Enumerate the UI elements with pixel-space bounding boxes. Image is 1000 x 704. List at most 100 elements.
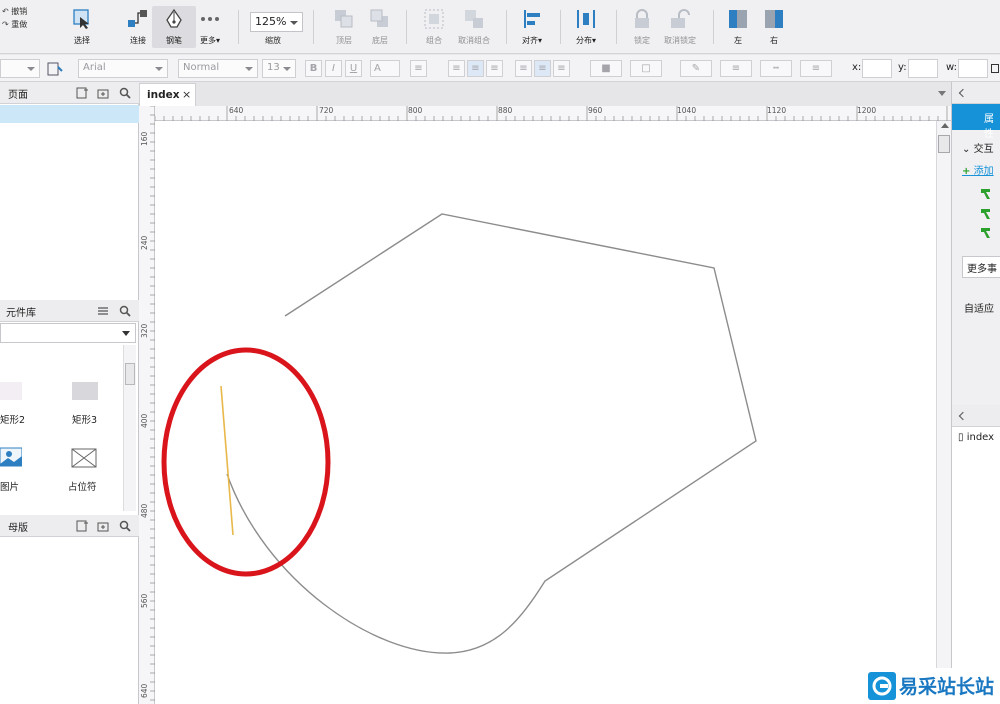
undo-button[interactable]: ↶ 撤销 xyxy=(2,6,27,17)
scroll-up-icon[interactable] xyxy=(941,123,949,128)
shadow-button[interactable]: □ xyxy=(630,60,662,77)
tab-overflow-icon[interactable] xyxy=(938,91,946,96)
undo-icon: ↶ xyxy=(2,7,9,16)
valign-top-button[interactable]: ≡ xyxy=(515,60,532,77)
zoom-dropdown-icon xyxy=(290,21,298,25)
scroll-thumb[interactable] xyxy=(938,135,950,153)
line-width-button[interactable]: ≡ xyxy=(720,60,752,77)
distribute-button[interactable]: 分布▾ xyxy=(564,6,608,48)
add-folder-icon[interactable] xyxy=(97,520,109,532)
align-text-center-button[interactable]: ≡ xyxy=(467,60,484,77)
w-input[interactable] xyxy=(958,59,988,78)
select-button[interactable]: 选择 xyxy=(60,6,104,48)
ruler-label: 720 xyxy=(319,106,334,115)
add-page-icon[interactable] xyxy=(76,87,88,99)
bottom-layer-icon xyxy=(369,8,391,30)
line-pattern-button[interactable]: ┅ xyxy=(760,60,792,77)
add-master-icon[interactable] xyxy=(76,520,88,532)
close-icon[interactable]: × xyxy=(182,88,191,101)
underline-button[interactable]: U xyxy=(345,60,362,77)
selected-page-row[interactable] xyxy=(0,105,139,123)
unlock-button[interactable]: 取消锁定 xyxy=(658,6,702,48)
menu-icon[interactable] xyxy=(97,305,109,317)
ruler-label: 400 xyxy=(140,413,149,428)
pen-drawn-shape[interactable] xyxy=(226,213,757,654)
image-widget-icon[interactable] xyxy=(0,446,23,468)
toolbar-divider xyxy=(713,10,714,44)
pen-handle-line[interactable] xyxy=(220,385,234,536)
library-scrollbar[interactable] xyxy=(123,345,136,511)
ungroup-label: 取消组合 xyxy=(458,36,490,45)
search-icon[interactable] xyxy=(119,87,131,99)
lock-ratio-icon[interactable] xyxy=(991,64,999,73)
align-left-icon: ≡ xyxy=(452,63,461,74)
align-text-right-button[interactable]: ≡ xyxy=(486,60,503,77)
y-input[interactable] xyxy=(908,59,938,78)
main-toolbar: ↶ 撤销 ↷ 重做 选择 连接 钢笔 更多▾ 125% 缩放 顶层 底层 组合 … xyxy=(0,0,1000,54)
align-text-left-button[interactable]: ≡ xyxy=(448,60,465,77)
event-icon[interactable] xyxy=(980,227,992,239)
collapse-icon[interactable] xyxy=(958,411,968,421)
event-icon[interactable] xyxy=(980,208,992,220)
line-color-button[interactable]: ✎ xyxy=(680,60,712,77)
bullet-list-button[interactable]: ≡ xyxy=(410,60,427,77)
italic-button[interactable]: I xyxy=(325,60,342,77)
zoom-select[interactable]: 125% xyxy=(250,12,303,32)
pages-panel-header: 页面 xyxy=(0,82,139,104)
add-folder-icon[interactable] xyxy=(97,87,109,99)
placeholder-widget-icon[interactable] xyxy=(71,448,97,468)
right-panel-icon xyxy=(763,8,785,30)
align-label: 对齐 xyxy=(521,36,538,45)
send-to-bottom-button[interactable]: 底层 xyxy=(358,6,402,48)
valign-middle-icon: ≡ xyxy=(538,63,547,74)
bold-button[interactable]: B xyxy=(305,60,322,77)
collapse-icon[interactable] xyxy=(958,88,968,98)
ungroup-icon xyxy=(463,8,485,30)
arrow-style-button[interactable]: ≡ xyxy=(800,60,832,77)
page-icon: ▯ xyxy=(958,432,964,443)
more-events-select[interactable]: 更多事 xyxy=(962,256,1000,278)
library-select[interactable] xyxy=(0,323,136,343)
more-tools-button[interactable]: 更多▾ xyxy=(188,6,232,48)
interactions-section[interactable]: ⌄ 交互 xyxy=(962,140,994,155)
align-right-button[interactable]: 右 xyxy=(752,6,796,48)
x-input[interactable] xyxy=(862,59,892,78)
search-icon[interactable] xyxy=(119,520,131,532)
more-dots-icon xyxy=(199,8,221,30)
font-family-select[interactable]: Arial xyxy=(78,59,168,78)
document-tab-bar xyxy=(139,82,951,106)
widget-rect2-thumb[interactable] xyxy=(0,382,22,400)
toolbar-divider xyxy=(616,10,617,44)
outline-item[interactable]: ▯ index xyxy=(958,432,994,443)
font-family-value: Arial xyxy=(83,62,106,73)
line-color-icon: ✎ xyxy=(691,63,701,74)
fill-color-button[interactable]: ■ xyxy=(590,60,622,77)
tab-label: index xyxy=(147,89,180,101)
redo-button[interactable]: ↷ 重做 xyxy=(2,19,27,30)
group-button[interactable]: 组合 xyxy=(412,6,456,48)
canvas-scrollbar[interactable] xyxy=(936,121,951,704)
watermark-logo xyxy=(868,672,896,700)
valign-bottom-button[interactable]: ≡ xyxy=(553,60,570,77)
font-style-select[interactable]: Normal xyxy=(178,59,258,78)
scroll-thumb[interactable] xyxy=(125,363,135,385)
design-canvas[interactable] xyxy=(155,121,936,704)
align-button[interactable]: 对齐▾ xyxy=(510,6,554,48)
format-toolbar: Arial Normal 13 B I U A ≡ ≡ ≡ ≡ ≡ ≡ ≡ ■ … xyxy=(0,55,1000,82)
site-watermark: 易采站长站 xyxy=(866,668,1000,704)
text-color-button[interactable]: A xyxy=(370,60,400,77)
more-label: 更多 xyxy=(199,36,216,45)
valign-middle-button[interactable]: ≡ xyxy=(534,60,551,77)
tab-index[interactable]: index × xyxy=(139,83,196,106)
search-icon[interactable] xyxy=(119,305,131,317)
ungroup-button[interactable]: 取消组合 xyxy=(452,6,496,48)
properties-tab[interactable]: 属性 xyxy=(952,104,1000,140)
style-select[interactable] xyxy=(0,59,40,78)
add-case-link[interactable]: + 添加 xyxy=(962,162,994,177)
widget-rect3-thumb[interactable] xyxy=(72,382,98,400)
event-icon[interactable] xyxy=(980,188,992,200)
zoom-value: 125% xyxy=(255,15,287,28)
format-painter-icon[interactable] xyxy=(46,61,64,77)
bottom-label: 底层 xyxy=(372,36,388,45)
font-size-select[interactable]: 13 xyxy=(262,59,296,78)
